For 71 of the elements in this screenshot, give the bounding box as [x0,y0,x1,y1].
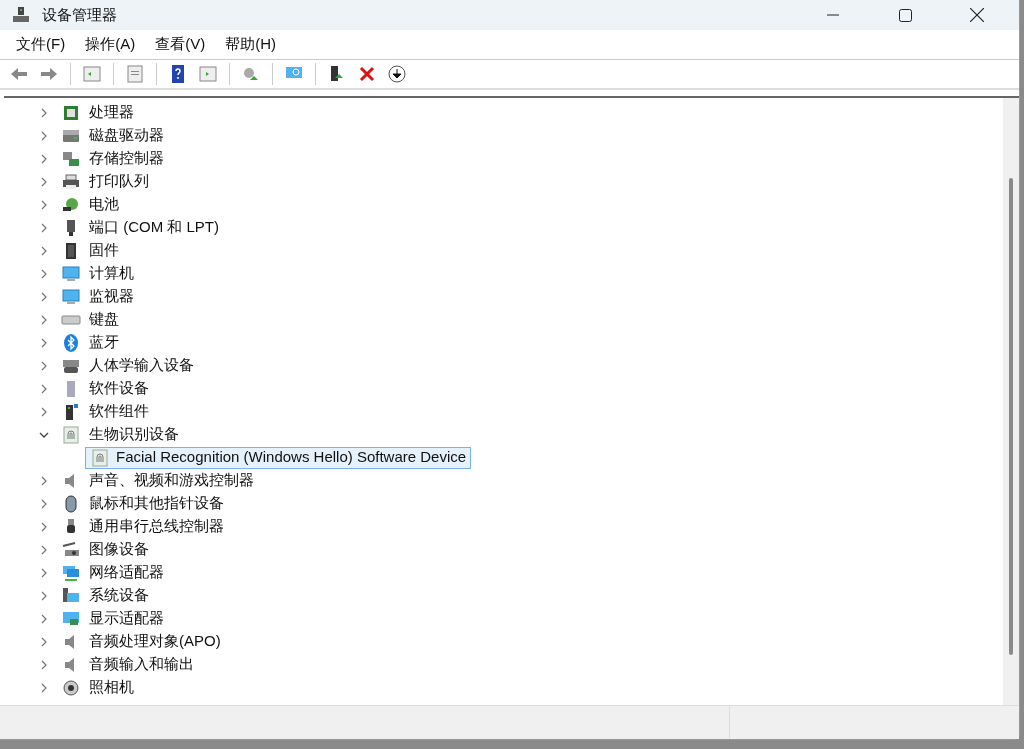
tree-item[interactable]: 固件 [89,239,119,262]
tree-item[interactable]: 图像设备 [89,538,149,561]
chevron-right-icon[interactable] [39,176,49,187]
tree-item[interactable]: 软件组件 [89,400,149,423]
close-icon [970,8,984,22]
chevron-right-icon[interactable] [39,613,49,624]
chevron-right-icon[interactable] [39,153,49,164]
tree-item[interactable]: Facial Recognition (Windows Hello) Software Device [85,446,472,469]
chevron-right-icon[interactable] [39,360,49,371]
bluetooth-icon [61,332,81,353]
chevron-right-icon[interactable] [39,406,49,417]
tree-item[interactable]: 磁盘驱动器 [89,124,164,147]
menu-item[interactable]: 操作(A) [77,33,144,56]
device-manager-icon [12,6,30,24]
scrollbar-thumb[interactable] [1009,178,1013,655]
tree-item[interactable]: 计算机 [89,262,134,285]
tree-item[interactable]: 处理器 [89,101,134,124]
chevron-right-icon[interactable] [39,291,49,302]
chevron-right-icon[interactable] [39,314,49,325]
tree-item[interactable]: 音频处理对象(APO) [89,630,221,653]
menu-item[interactable]: 查看(V) [147,33,214,56]
chevron-right-icon[interactable] [39,199,49,210]
chevron-right-icon[interactable] [39,268,49,279]
chevron-right-icon[interactable] [39,475,49,486]
tree-item[interactable]: 打印队列 [89,170,149,193]
tree-item[interactable]: 存储控制器 [89,147,164,170]
chevron-right-icon[interactable] [39,659,49,670]
chevron-right-icon[interactable] [39,245,49,256]
chevron-right-icon[interactable] [39,590,49,601]
tree-item[interactable]: 系统设备 [89,584,149,607]
tree-item[interactable]: 鼠标和其他指针设备 [89,492,224,515]
tree-item[interactable]: 通用串行总线控制器 [89,515,224,538]
menu-item[interactable]: 文件(F) [8,33,74,56]
tree-item[interactable]: 照相机 [89,676,134,699]
printer-icon [61,171,81,192]
tree-item[interactable]: 音频输入和输出 [89,653,194,676]
tree-item[interactable]: 端口 (COM 和 LPT) [89,216,219,239]
tree-item[interactable]: 蓝牙 [89,331,119,354]
panel-right-icon [198,64,218,84]
menu-item[interactable]: 帮助(H) [217,33,284,56]
webcam-icon [61,677,81,698]
chevron-right-icon[interactable] [39,107,49,118]
tree-item[interactable]: 键盘 [89,308,119,331]
window-title: 设备管理器 [42,4,117,25]
chevron-right-icon[interactable] [39,130,49,141]
chevron-right-icon[interactable] [39,636,49,647]
tree-item[interactable]: 声音、视频和游戏控制器 [89,469,254,492]
tree-item[interactable]: 监视器 [89,285,134,308]
tree-item[interactable]: 生物识别设备 [89,423,179,446]
tree-item[interactable]: 人体学输入设备 [89,354,194,377]
chevron-right-icon[interactable] [39,222,49,233]
panel-left-icon [82,64,102,84]
tree-item-label: Facial Recognition (Windows Hello) Software Device [116,447,467,468]
tree-item[interactable]: 显示适配器 [89,607,164,630]
chevron-right-icon[interactable] [39,567,49,578]
monitor-icon [61,286,81,307]
tree-item[interactable]: 软件设备 [89,377,149,400]
properties-icon [125,64,145,84]
chevron-right-icon[interactable] [39,337,49,348]
chevron-right-icon[interactable] [39,544,49,555]
tree-item[interactable]: 网络适配器 [89,561,164,584]
chevron-right-icon[interactable] [39,521,49,532]
close-icon [357,64,377,84]
maximize-icon [898,8,912,22]
chevron-right-icon[interactable] [39,383,49,394]
computer-icon [61,263,81,284]
tree-item[interactable]: 电池 [89,193,119,216]
chevron-right-icon[interactable] [39,498,49,509]
download-circle-icon [387,64,407,84]
scrollbar[interactable] [1003,98,1019,705]
chevron-right-icon[interactable] [39,682,49,693]
